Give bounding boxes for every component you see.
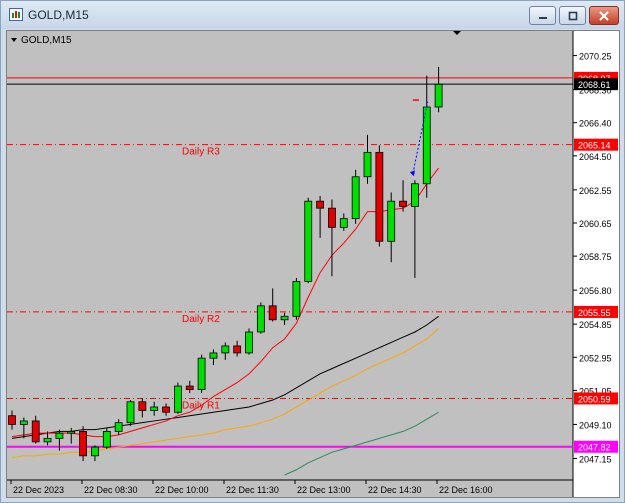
bear-candle-body [233,345,242,354]
price-tick-label: 2062.55 [579,186,612,196]
bull-candle-body [126,401,135,424]
bear-candle-body [31,420,40,443]
bull-candle-body [91,446,99,457]
bull-candle-body [55,432,64,439]
bull-candle-body [339,218,348,228]
restore-icon [568,11,577,20]
pivot-label: Daily R2 [182,314,220,325]
price-label-box: 2047.82 [574,440,618,453]
candle [173,382,182,414]
bull-candle-body [304,200,313,282]
time-tick-label: 22 Dec 14:30 [368,485,422,495]
price-label-box: 2055.55 [574,305,618,318]
bull-candle-body [197,357,206,390]
bull-candle-body [43,437,52,443]
restore-button[interactable] [559,6,586,25]
price-tick-label: 2058.75 [579,252,612,262]
price-label-box: 2050.59 [574,392,618,405]
candle [126,400,135,427]
candle [79,426,87,462]
chart-symbol-label: GOLD,M15 [11,35,72,46]
price-label-text: 2065.14 [578,141,611,151]
price-tick-label: 2049.10 [579,420,612,430]
candle [197,354,206,394]
bear-candle-body [316,200,325,209]
bear-candle-body [328,207,336,228]
candle [304,197,313,284]
candle [245,328,253,355]
bear-candle-body [79,430,87,457]
price-tick-label: 2070.25 [579,52,612,62]
time-tick-label: 22 Dec 08:30 [84,485,138,495]
minimize-icon [538,16,547,19]
bull-candle-body [67,430,76,434]
price-label-text: 2068.61 [578,80,611,90]
price-tick-label: 2064.50 [579,152,612,162]
price-label-box: 2068.61 [574,78,618,91]
bull-candle-body [173,385,182,413]
bull-candle-body [245,331,253,354]
bull-candle-body [209,352,218,359]
bear-candle-body [375,151,384,242]
price-label-box: 2065.14 [574,138,618,151]
bull-candle-body [292,281,301,317]
candle [256,302,265,334]
bull-candle-body [19,420,28,425]
time-tick-label: 22 Dec 2023 [13,485,64,495]
bull-candle-body [363,151,372,178]
close-icon [599,10,609,21]
pivot-label: Daily R3 [182,147,220,158]
price-label-text: 2050.59 [578,394,611,404]
candle [292,277,301,320]
time-tick-label: 22 Dec 10:00 [155,485,209,495]
symbol-timeframe-label: GOLD,M15 [21,35,72,46]
candle [102,427,111,449]
candle [351,169,360,224]
bull-candle-body [410,183,419,207]
price-tick-label: 2052.95 [579,353,612,363]
bear-candle-body [138,401,147,411]
bull-candle-body [387,200,396,242]
chart-window: GOLD,M15 Daily R3 Daily R2 Daily R1 2070.2… [0,0,625,503]
candlestick-chart[interactable]: Daily R3Daily R2Daily R1 2070.252068.302… [7,30,619,497]
time-tick-label: 22 Dec 11:30 [226,485,279,495]
minimize-button[interactable] [529,6,556,25]
bull-candle-body [256,305,265,333]
bull-candle-body [434,83,443,108]
price-tick-label: 2047.15 [579,454,612,464]
candle [375,145,384,247]
time-tick-label: 22 Dec 13:00 [297,485,351,495]
time-tick-label: 22 Dec 16:00 [439,485,493,495]
price-tick-label: 2066.40 [579,119,612,129]
title-bar[interactable]: GOLD,M15 [1,1,624,29]
bull-candle-body [102,430,111,448]
price-tick-label: 2056.80 [579,286,612,296]
bear-candle-body [399,200,407,207]
chart-area[interactable]: Daily R3 Daily R2 Daily R1 2070.25 2068.30 2… [6,30,620,498]
bull-candle-body [422,106,431,185]
chart-window-icon [9,8,23,21]
price-label-text: 2055.55 [578,308,611,318]
bear-candle-body [185,385,194,390]
bull-candle-body [221,345,230,354]
price-label-text: 2047.82 [578,443,611,453]
bear-candle-body [162,406,170,413]
bull-candle-body [280,315,289,321]
plot-background [7,31,573,497]
bear-candle-body [8,415,16,425]
price-tick-label: 2060.65 [579,219,612,229]
bull-candle-body [351,176,360,220]
bear-candle-body [268,305,277,321]
close-button[interactable] [589,6,619,25]
bull-candle-body [114,422,123,432]
bull-candle-body [150,406,159,411]
window-title: GOLD,M15 [28,8,89,22]
price-tick-label: 2054.85 [579,320,612,330]
